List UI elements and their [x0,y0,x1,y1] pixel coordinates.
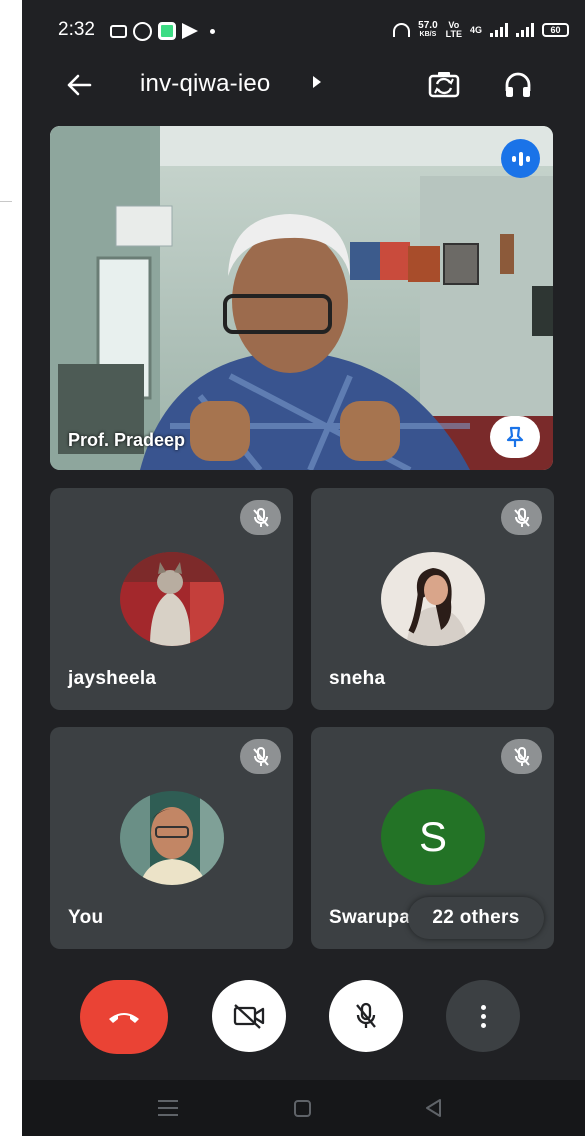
pin-icon [506,426,524,447]
avatar-initial: S [381,789,485,885]
participant-name: Swarupa [329,907,411,928]
back-arrow-icon [67,74,92,96]
end-call-button[interactable] [80,980,168,1054]
participant-tile[interactable]: jaysheela [50,488,293,710]
home-icon[interactable] [290,1096,314,1120]
switch-camera-button[interactable] [424,65,464,105]
muted-mic-icon [501,500,542,535]
caret-right-icon[interactable] [313,76,321,88]
speaking-indicator-icon [501,139,540,178]
notification-dot [210,28,215,34]
meeting-code[interactable]: inv-qiwa-ieo [140,70,270,98]
more-vert-icon [480,1004,486,1028]
camera-off-icon [233,1004,265,1029]
others-chip[interactable]: 22 others [408,897,544,939]
muted-mic-icon [501,739,542,774]
headset-status-icon [393,23,411,37]
system-icons: 57.0 KB/S Vo LTE 4G 60 [393,18,569,42]
status-bar: 2:32 57.0 KB/S Vo LTE 4G 60 [22,0,585,60]
status-time: 2:32 [58,19,95,40]
main-speaker-tile[interactable]: Prof. Pradeep [50,126,553,470]
participant-name: sneha [329,668,386,689]
more-options-button[interactable] [446,980,520,1052]
participant-name: You [68,907,104,928]
speaker-video [50,126,553,470]
speed-unit: KB/S [419,31,437,38]
app-bar: inv-qiwa-ieo [22,60,585,110]
system-nav-bar [22,1080,585,1136]
signal-icon [490,23,508,37]
cast-icon [110,24,127,38]
telegram-icon [182,23,198,39]
camera-toggle-button[interactable] [212,980,286,1052]
messages-icon [158,22,176,40]
muted-mic-icon [240,500,281,535]
participant-name: jaysheela [68,668,157,689]
switch-camera-icon [428,72,460,98]
network-type: 4G [469,25,482,35]
signal-icon-2 [516,23,534,37]
recents-menu-icon[interactable] [156,1096,180,1120]
avatar [381,552,485,646]
edge-artifact [0,201,12,202]
participant-tile-self[interactable]: You [50,727,293,949]
mic-off-icon [356,1002,376,1028]
volte-bottom: LTE [445,29,462,39]
participant-tile[interactable]: sneha [311,488,554,710]
audio-output-button[interactable] [498,65,538,105]
notification-icons [110,20,215,42]
call-controls [22,978,585,1054]
network-speed: 57.0 KB/S [418,21,437,39]
whatsapp-icon [133,21,152,41]
end-call-icon [109,1013,139,1023]
muted-mic-icon [240,739,281,774]
avatar [120,552,224,646]
avatar [120,791,224,885]
pin-button[interactable] [490,416,540,458]
mic-toggle-button[interactable] [329,980,403,1052]
headphones-icon [505,72,531,97]
meet-call-screen: 2:32 57.0 KB/S Vo LTE 4G 60 inv-qiwa-ieo… [22,0,585,1136]
speed-value: 57.0 [418,20,438,31]
nav-back-icon[interactable] [422,1096,446,1120]
speaker-name: Prof. Pradeep [68,430,186,450]
back-button[interactable] [62,68,96,102]
volte-badge: Vo LTE [446,21,462,39]
battery-icon: 60 [542,23,569,37]
